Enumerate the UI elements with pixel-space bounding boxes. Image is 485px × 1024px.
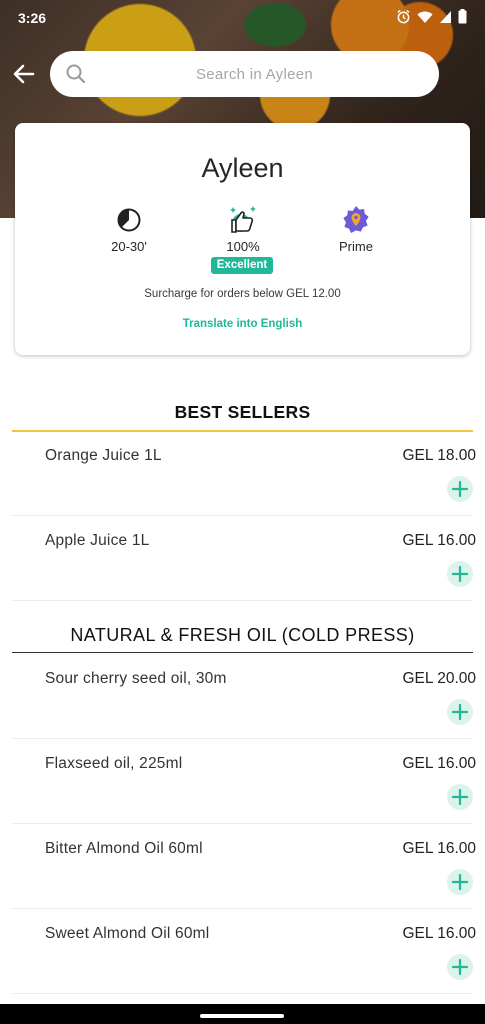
plus-icon — [452, 566, 468, 582]
status-time: 3:26 — [18, 10, 47, 26]
rating: 100% — [198, 203, 288, 254]
menu-item[interactable]: Apple Juice 1L GEL 16.00 — [12, 517, 476, 601]
item-price: GEL 18.00 — [402, 447, 476, 464]
add-item-button[interactable] — [447, 476, 473, 502]
prime-label: Prime — [339, 239, 373, 254]
arrow-left-icon — [13, 64, 35, 84]
add-item-button[interactable] — [447, 954, 473, 980]
item-price: GEL 20.00 — [402, 670, 476, 687]
item-price: GEL 16.00 — [402, 532, 476, 549]
item-name: Sour cherry seed oil, 30m — [45, 670, 227, 687]
menu-item[interactable]: Sour cherry seed oil, 30m GEL 20.00 — [12, 655, 476, 739]
add-item-button[interactable] — [447, 561, 473, 587]
add-item-button[interactable] — [447, 699, 473, 725]
status-bar: 3:26 — [0, 0, 485, 34]
section-divider — [12, 652, 473, 653]
search-icon — [66, 64, 86, 84]
section-title-natural-oil: NATURAL & FRESH OIL (COLD PRESS) — [70, 625, 415, 645]
clock-icon — [117, 208, 141, 232]
prime-tier: Prime — [311, 203, 401, 254]
item-name: Apple Juice 1L — [45, 532, 150, 549]
section-title-best-sellers: BEST SELLERS — [174, 402, 311, 422]
plus-icon — [452, 481, 468, 497]
prime-badge-icon — [343, 206, 369, 233]
add-item-button[interactable] — [447, 784, 473, 810]
back-button[interactable] — [8, 58, 40, 90]
store-info-card: Ayleen 20-30' 100% Prime Excellent Surch… — [15, 123, 470, 355]
wifi-icon — [417, 11, 433, 23]
signal-icon — [440, 10, 451, 23]
status-icons — [396, 9, 467, 24]
item-price: GEL 16.00 — [402, 925, 476, 942]
item-price: GEL 16.00 — [402, 755, 476, 772]
item-name: Orange Juice 1L — [45, 447, 162, 464]
store-name: Ayleen — [201, 153, 284, 183]
search-placeholder: Search in Ayleen — [195, 65, 314, 83]
item-name: Flaxseed oil, 225ml — [45, 755, 183, 772]
home-gesture-handle[interactable] — [200, 1014, 284, 1018]
plus-icon — [452, 959, 468, 975]
delivery-time-label: 20-30' — [111, 239, 147, 254]
alarm-icon — [397, 9, 410, 24]
search-input[interactable]: Search in Ayleen — [50, 51, 439, 97]
menu-item[interactable]: Sweet Almond Oil 60ml GEL 16.00 — [12, 910, 476, 994]
item-price: GEL 16.00 — [402, 840, 476, 857]
delivery-time: 20-30' — [84, 203, 174, 254]
surcharge-note: Surcharge for orders below GEL 12.00 — [144, 288, 341, 300]
add-item-button[interactable] — [447, 869, 473, 895]
plus-icon — [452, 704, 468, 720]
plus-icon — [452, 874, 468, 890]
plus-icon — [452, 789, 468, 805]
rating-badge: Excellent — [211, 257, 273, 274]
menu-item[interactable]: Flaxseed oil, 225ml GEL 16.00 — [12, 740, 476, 824]
translate-link[interactable]: Translate into English — [15, 318, 470, 330]
rating-percent: 100% — [226, 239, 260, 254]
item-name: Bitter Almond Oil 60ml — [45, 840, 203, 857]
thumbs-up-icon — [230, 206, 256, 233]
menu-item[interactable]: Orange Juice 1L GEL 18.00 — [12, 432, 476, 516]
battery-icon — [458, 9, 467, 24]
system-navigation-bar — [0, 1004, 485, 1024]
menu-item[interactable]: Bitter Almond Oil 60ml GEL 16.00 — [12, 825, 476, 909]
item-name: Sweet Almond Oil 60ml — [45, 925, 210, 942]
